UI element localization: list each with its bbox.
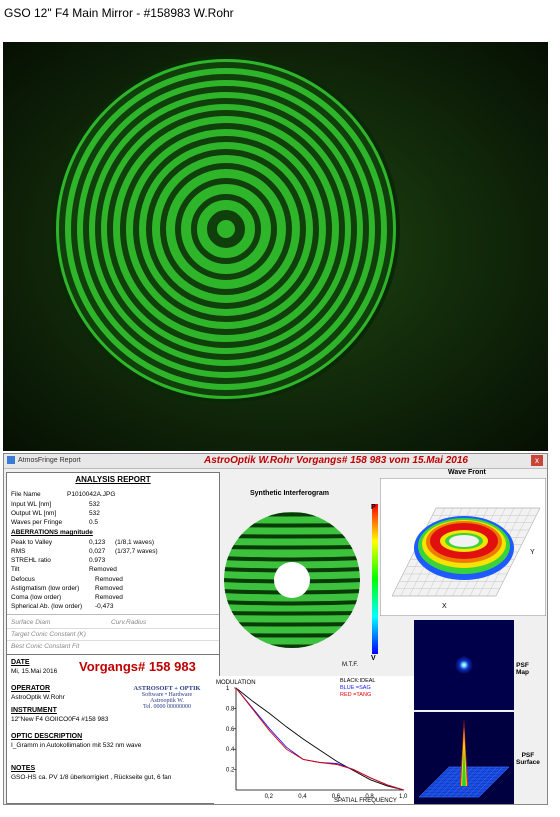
- synthetic-fringe: [224, 545, 360, 550]
- window-titlebar[interactable]: AtmosFringe Report AstroOptik W.Rohr Vor…: [4, 454, 547, 469]
- company-stamp: ASTROSOFT + OPTIK Software • Hardware As…: [133, 685, 201, 710]
- aberrations-heading: ABERRATIONS magnitude: [11, 529, 93, 536]
- optic-value: I_Gramm in Autokollimation mit 532 nm wa…: [11, 742, 142, 749]
- rms-value: 0,027: [89, 548, 106, 555]
- y-tick-label: 0.2: [226, 768, 235, 774]
- psf-surface: [414, 712, 514, 804]
- scale-top-label: P: [371, 504, 376, 511]
- astig-label: Astigmatism (low order): [11, 585, 80, 592]
- coma-value: Removed: [95, 594, 123, 601]
- synthetic-fringe: [224, 622, 360, 627]
- synthetic-fringe: [224, 512, 360, 517]
- wf-axis-x: X: [442, 603, 447, 610]
- synthetic-fringe: [224, 600, 360, 606]
- operator-heading: OPERATOR: [11, 685, 51, 692]
- wavefront-plot: Y X: [380, 478, 546, 616]
- synthetic-fringe: [224, 534, 360, 539]
- instrument-heading: INSTRUMENT: [11, 707, 57, 714]
- synthetic-fringe: [224, 611, 360, 616]
- file-label: File Name: [11, 491, 41, 498]
- spherical-label: Spherical Ab. (low order): [11, 603, 83, 610]
- atmosfringe-report-window: AtmosFringe Report AstroOptik W.Rohr Vor…: [3, 453, 548, 805]
- spherical-value: -0,473: [95, 603, 114, 610]
- instrument-value: 12"New F4 GOIICO0F4 #158 983: [11, 716, 109, 723]
- defocus-value: Removed: [95, 576, 123, 583]
- info-panel: DATE Mi, 15.Mai 2016 Vorgangs# 158 983 O…: [6, 654, 220, 804]
- pv-color-scale: [372, 504, 378, 654]
- ptv-value: 0,123: [89, 539, 106, 546]
- page-title: GSO 12" F4 Main Mirror - #158983 W.Rohr: [4, 6, 234, 20]
- best-conic-label: Best Conic Constant Fit: [11, 643, 80, 650]
- surface-diam-label: Surface Diam: [11, 619, 51, 626]
- strehl-label: STREHL ratio: [11, 557, 51, 564]
- tilt-value: Removed: [89, 566, 117, 573]
- input-wl-label: Input WL [nm]: [11, 501, 52, 508]
- synthetic-fringe: [224, 644, 360, 648]
- target-conic-label: Target Conic Constant (K): [11, 631, 86, 638]
- scale-bottom-label: V: [371, 655, 376, 662]
- synthetic-fringe: [224, 523, 360, 528]
- ptv-label: Peak to Valley: [11, 539, 53, 546]
- x-tick-label: 1,0: [399, 794, 408, 800]
- close-icon[interactable]: x: [531, 455, 543, 466]
- x-tick-label: 0,8: [365, 794, 374, 800]
- psf-map-label: PSF Map: [516, 662, 529, 676]
- operator-value: AstroOptik W.Rohr: [11, 694, 65, 701]
- interferogram-photo: [3, 42, 548, 451]
- ptv-waves: (1/8,1 waves): [115, 539, 155, 546]
- date-value: Mi, 15.Mai 2016: [11, 668, 58, 675]
- y-tick-label: 0.4: [226, 747, 235, 753]
- y-tick-label: 0.8: [226, 706, 235, 712]
- date-heading: DATE: [11, 659, 30, 666]
- output-wl-label: Output WL [nm]: [11, 510, 57, 517]
- mtf-chart: MODULATIONSPATIAL FREQUENCY0,2 0,4 0,6 0,8 1…: [214, 676, 414, 804]
- rms-label: RMS: [11, 548, 26, 555]
- rms-waves: (1/37,7 waves): [115, 548, 158, 555]
- psf-surface-label: PSF Surface: [516, 752, 540, 766]
- astig-value: Removed: [95, 585, 123, 592]
- notes-heading: NOTES: [11, 765, 36, 772]
- synthetic-fringe: [224, 556, 360, 562]
- waves-label: Waves per Fringe: [11, 519, 63, 526]
- synthetic-interferogram: P V: [224, 504, 378, 662]
- output-wl-value: 532: [89, 510, 100, 517]
- optic-heading: OPTIC DESCRIPTION: [11, 733, 83, 740]
- tilt-label: Tilt: [11, 566, 20, 573]
- x-tick-label: 0,2: [265, 794, 274, 800]
- mtf-title: M.T.F.: [342, 662, 358, 668]
- x-tick-label: 0,4: [298, 794, 307, 800]
- window-center-title: AstroOptik W.Rohr Vorgangs# 158 983 vom …: [204, 455, 468, 466]
- waves-value: 0.5: [89, 519, 99, 526]
- mtf-ylabel: MODULATION: [216, 680, 256, 686]
- legend-entry: RED =TANG: [340, 692, 371, 698]
- coma-label: Coma (low order): [11, 594, 62, 601]
- wf-axis-y: Y: [530, 549, 535, 556]
- legend-entry: BLUE =SAG: [340, 685, 371, 691]
- vorgangs-number: Vorgangs# 158 983: [79, 659, 196, 674]
- notes-value: GSO-HS ca. PV 1/8 überkorrigiert , Rücks…: [11, 774, 172, 781]
- legend-entry: BLACK:IDEAL: [340, 678, 375, 684]
- synthetic-fringe: [224, 633, 360, 638]
- file-value: P1010042A.JPG: [67, 491, 116, 498]
- x-tick-label: 0,6: [332, 794, 341, 800]
- curv-radius-label: Curv.Radius: [111, 619, 147, 626]
- y-tick-label: 0.6: [226, 727, 235, 733]
- strehl-value: 0.973: [89, 557, 106, 564]
- analysis-title: ANALYSIS REPORT: [75, 475, 151, 484]
- app-icon: [7, 456, 15, 464]
- synthetic-interferogram-label: Synthetic Interferogram: [250, 490, 329, 497]
- defocus-label: Defocus: [11, 576, 35, 583]
- psf-map: [414, 620, 514, 710]
- input-wl-value: 532: [89, 501, 100, 508]
- obstruction-hole: [274, 562, 310, 598]
- app-name: AtmosFringe Report: [18, 457, 81, 464]
- analysis-report-panel: ANALYSIS REPORT File Name P1010042A.JPG I…: [6, 472, 220, 655]
- wavefront-label: Wave Front: [448, 469, 486, 476]
